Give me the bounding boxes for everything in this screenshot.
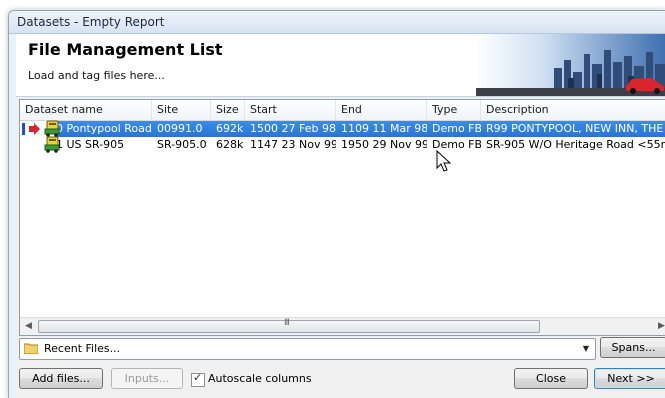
header-panel: File Management List Load and tag files …	[16, 34, 665, 97]
dataset-name-cell: 1 US SR-905	[56, 138, 125, 151]
column-start[interactable]: Start	[245, 100, 336, 120]
column-site[interactable]: Site	[152, 100, 211, 120]
dialog-window: Datasets - Empty Report File Management …	[8, 10, 665, 398]
scroll-thumb[interactable]: III	[38, 318, 540, 333]
column-description[interactable]: Description	[481, 100, 665, 120]
current-dataset-marker-icon	[22, 123, 40, 135]
close-button[interactable]: Close	[514, 368, 588, 389]
folder-icon	[24, 343, 38, 354]
column-header: Dataset name Site Size Start End Type De…	[20, 100, 665, 121]
dialog-client: File Management List Load and tag files …	[16, 34, 665, 398]
start-cell: 1147 23 Nov 99	[250, 138, 336, 151]
recent-files-dropdown[interactable]: Recent Files... ▼	[19, 338, 596, 360]
mouse-cursor-icon	[436, 150, 452, 172]
page-title: File Management List	[28, 40, 223, 59]
autoscale-checkbox[interactable]: ✓	[191, 371, 205, 387]
start-cell: 1500 27 Feb 98	[250, 122, 336, 135]
horizontal-scrollbar[interactable]: ◀ III ▶	[20, 317, 665, 335]
scroll-left-icon[interactable]: ◀	[20, 318, 37, 335]
dataset-list[interactable]: Dataset name Site Size Start End Type De…	[19, 99, 665, 336]
title-bar[interactable]: Datasets - Empty Report	[9, 11, 665, 34]
site-cell: 00991.0	[157, 122, 203, 135]
chevron-down-icon[interactable]: ▼	[579, 339, 593, 359]
size-cell: 628k	[216, 138, 244, 151]
scroll-grip: III	[284, 318, 290, 328]
end-cell: 1109 11 Mar 98	[341, 122, 427, 135]
inputs-button[interactable]: Inputs...	[111, 368, 183, 389]
page-subtitle: Load and tag files here...	[28, 69, 165, 82]
add-files-button[interactable]: Add files...	[19, 368, 103, 389]
column-end[interactable]: End	[336, 100, 427, 120]
type-cell: Demo FB	[432, 122, 481, 135]
end-cell: 1950 29 Nov 99	[341, 138, 427, 151]
table-row[interactable]: 1 US SR-905 SR-905.0 628k 1147 23 Nov 99…	[55, 137, 665, 153]
column-type[interactable]: Type	[427, 100, 481, 120]
window-title: Datasets - Empty Report	[17, 15, 165, 29]
dataset-icon	[44, 120, 60, 137]
site-cell: SR-905.0	[157, 138, 207, 151]
dataset-icon	[44, 136, 60, 153]
size-cell: 692k	[216, 122, 244, 135]
spans-button[interactable]: Spans...	[600, 337, 665, 358]
description-cell: R99 PONTYPOOL, NEW INN, THE	[486, 122, 664, 135]
column-size[interactable]: Size	[211, 100, 245, 120]
city-banner-image	[476, 34, 665, 96]
checkmark-icon: ✓	[193, 371, 203, 384]
column-dataset-name[interactable]: Dataset name	[20, 100, 152, 120]
description-cell: SR-905 W/O Heritage Road <55m	[486, 138, 665, 151]
next-button[interactable]: Next >>	[594, 368, 665, 389]
autoscale-label[interactable]: Autoscale columns	[208, 372, 312, 385]
scroll-right-icon[interactable]: ▶	[653, 318, 665, 335]
dataset-name-cell: 0 Pontypool Road	[56, 122, 152, 135]
table-row[interactable]: 0 Pontypool Road 00991.0 692k 1500 27 Fe…	[55, 121, 665, 137]
recent-files-label: Recent Files...	[44, 342, 121, 355]
